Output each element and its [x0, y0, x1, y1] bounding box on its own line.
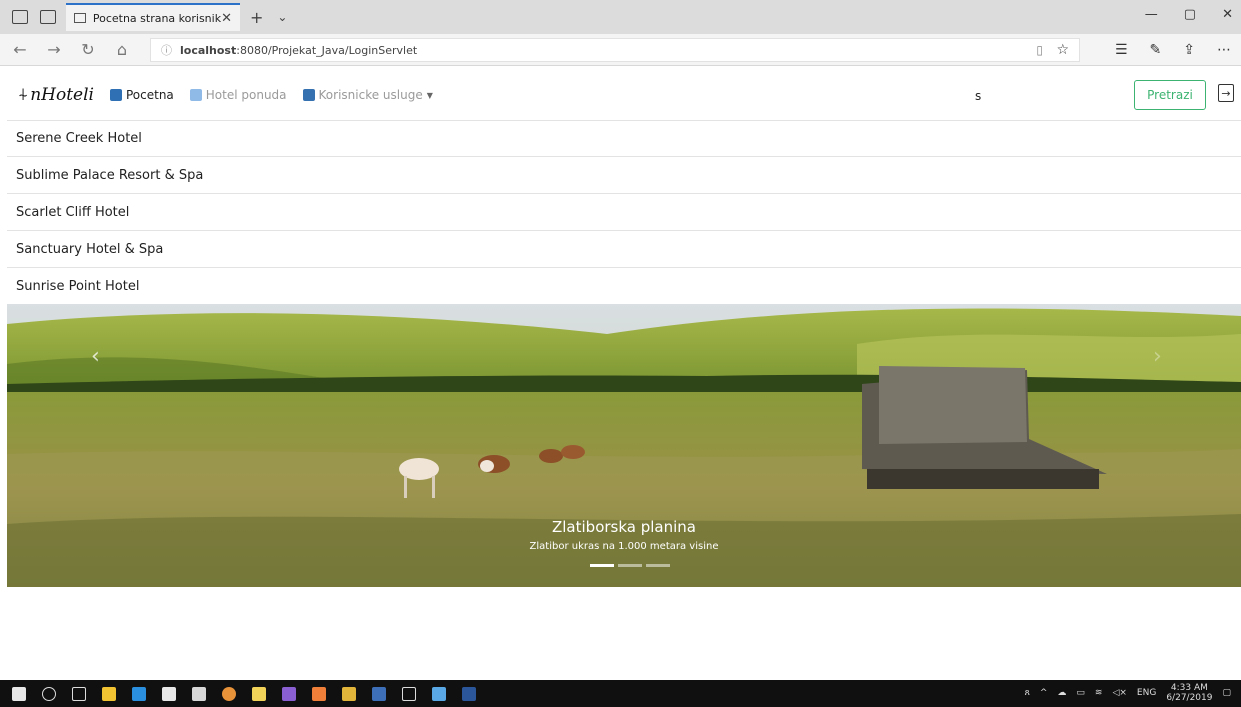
tab-preview-chevron-icon[interactable]: ⌄: [277, 10, 287, 24]
browser-tools: ☰ ✎ ⇪ ⋯: [1115, 42, 1231, 58]
favorites-icon[interactable]: ☰: [1115, 42, 1128, 58]
forward-icon[interactable]: →: [40, 40, 68, 59]
store-icon[interactable]: [162, 686, 176, 701]
tray-chevron-icon[interactable]: ^: [1040, 688, 1048, 698]
visual-studio-code-icon[interactable]: [282, 686, 296, 701]
edge-browser-icon[interactable]: [132, 686, 146, 701]
app-lightning-icon[interactable]: [252, 686, 266, 701]
nav-item-label: Hotel ponuda: [205, 88, 287, 102]
app-cube-icon[interactable]: [432, 686, 446, 701]
visual-studio-icon[interactable]: [372, 686, 386, 701]
system-tray: ጸ ^ ☁ ▭ ≋ ◁× ENG 4:33 AM 6/27/2019 ▢: [1025, 683, 1231, 703]
site-navbar: ⍭ nHoteli Pocetna Hotel ponuda Korisnicke…: [0, 72, 1241, 118]
search-suggestions: Serene Creek Hotel Sublime Palace Resort…: [7, 120, 1241, 305]
brand-name: nHoteli: [30, 85, 94, 105]
chrome-icon[interactable]: [222, 686, 236, 701]
terminal-icon[interactable]: [402, 686, 416, 701]
tab-actions-icon[interactable]: [12, 10, 28, 24]
windows-taskbar: ጸ ^ ☁ ▭ ≋ ◁× ENG 4:33 AM 6/27/2019 ▢: [0, 680, 1241, 707]
carousel-next-icon[interactable]: ›: [1153, 344, 1162, 369]
hotel-icon: [189, 89, 202, 101]
nav-item-label: Korisnicke usluge: [318, 88, 423, 102]
language-indicator[interactable]: ENG: [1137, 688, 1156, 698]
hero-carousel: ‹ › Zlatiborska planina Zlatibor ukras n…: [7, 304, 1241, 587]
carousel-indicator[interactable]: [618, 564, 642, 567]
favorite-star-icon[interactable]: ☆: [1056, 42, 1069, 58]
new-tab-icon[interactable]: +: [250, 8, 263, 27]
notifications-icon[interactable]: ▢: [1222, 688, 1231, 698]
carousel-caption-subtitle: Zlatibor ukras na 1.000 metara visine: [529, 541, 719, 552]
nav-item-pocetna[interactable]: Pocetna: [109, 88, 174, 102]
clock-time: 4:33 AM: [1170, 683, 1208, 693]
file-explorer-icon[interactable]: [102, 686, 116, 701]
dropdown-caret-icon: ▼: [426, 90, 433, 100]
carousel-indicator[interactable]: [646, 564, 670, 567]
suggestion-item[interactable]: Sublime Palace Resort & Spa: [7, 157, 1241, 194]
volume-icon[interactable]: ◁×: [1112, 688, 1126, 698]
xampp-icon[interactable]: [312, 686, 326, 701]
back-icon[interactable]: ←: [6, 40, 34, 59]
search-input[interactable]: s: [975, 89, 981, 103]
task-view-icon[interactable]: [72, 686, 86, 701]
carousel-caption-title: Zlatiborska planina: [551, 518, 696, 536]
battery-icon[interactable]: ▭: [1076, 688, 1085, 698]
nav-item-korisnicke-usluge[interactable]: Korisnicke usluge ▼: [302, 88, 433, 102]
notes-icon[interactable]: ✎: [1150, 42, 1162, 58]
people-icon[interactable]: ጸ: [1025, 688, 1030, 698]
url-host: localhost: [180, 43, 237, 57]
onedrive-icon[interactable]: ☁: [1057, 688, 1066, 698]
suggestion-item[interactable]: Sanctuary Hotel & Spa: [7, 231, 1241, 268]
mail-icon[interactable]: [192, 686, 206, 701]
home-icon: [109, 89, 122, 101]
carousel-indicators: [590, 564, 670, 567]
wifi-icon[interactable]: ≋: [1095, 688, 1103, 698]
brand-anchor-icon: ⍭: [18, 85, 29, 105]
browser-tab-bar: Pocetna strana korisnik ✕ + ⌄ — ▢ ✕: [0, 0, 1241, 34]
search-taskbar-icon[interactable]: [42, 686, 56, 701]
app-people-icon[interactable]: [342, 686, 356, 701]
maximize-icon[interactable]: ▢: [1184, 7, 1196, 22]
url-field[interactable]: ⓘ localhost :8080/Projekat_Java/LoginSer…: [150, 38, 1080, 62]
url-path: :8080/Projekat_Java/LoginServlet: [236, 43, 418, 57]
refresh-icon[interactable]: ↻: [74, 40, 102, 59]
brand-logo[interactable]: ⍭ nHoteli: [18, 85, 94, 105]
close-window-icon[interactable]: ✕: [1222, 7, 1233, 22]
browser-tab[interactable]: Pocetna strana korisnik ✕: [66, 3, 240, 31]
word-icon[interactable]: [462, 686, 476, 701]
tab-title: Pocetna strana korisnik: [92, 11, 222, 25]
clock-date: 6/27/2019: [1166, 693, 1213, 703]
share-icon[interactable]: ⇪: [1183, 42, 1195, 58]
logout-icon[interactable]: →: [1218, 84, 1234, 102]
minimize-icon[interactable]: —: [1145, 7, 1158, 22]
nav-item-label: Pocetna: [125, 88, 174, 102]
search-button[interactable]: Pretrazi: [1134, 80, 1206, 110]
carousel-indicator[interactable]: [590, 564, 614, 567]
clock[interactable]: 4:33 AM 6/27/2019: [1166, 683, 1212, 703]
address-bar-row: ← → ↻ ⌂ ⓘ localhost :8080/Projekat_Java/…: [0, 34, 1241, 66]
more-icon[interactable]: ⋯: [1217, 42, 1231, 58]
suggestion-item[interactable]: Serene Creek Hotel: [7, 120, 1241, 157]
suggestion-item[interactable]: Sunrise Point Hotel: [7, 268, 1241, 305]
window-controls: — ▢ ✕: [1145, 7, 1233, 22]
user-icon: [302, 89, 315, 101]
close-tab-icon[interactable]: ✕: [221, 11, 232, 26]
nav-item-hotel-ponuda[interactable]: Hotel ponuda: [189, 88, 287, 102]
home-browser-icon[interactable]: ⌂: [108, 40, 136, 59]
set-aside-tabs-icon[interactable]: [40, 10, 56, 24]
page-icon: [74, 13, 86, 23]
windows-start-icon[interactable]: [12, 686, 26, 701]
carousel-prev-icon[interactable]: ‹: [91, 344, 100, 369]
site-info-icon[interactable]: ⓘ: [161, 42, 172, 58]
reading-view-icon[interactable]: ▯: [1036, 43, 1043, 57]
suggestion-item[interactable]: Scarlet Cliff Hotel: [7, 194, 1241, 231]
